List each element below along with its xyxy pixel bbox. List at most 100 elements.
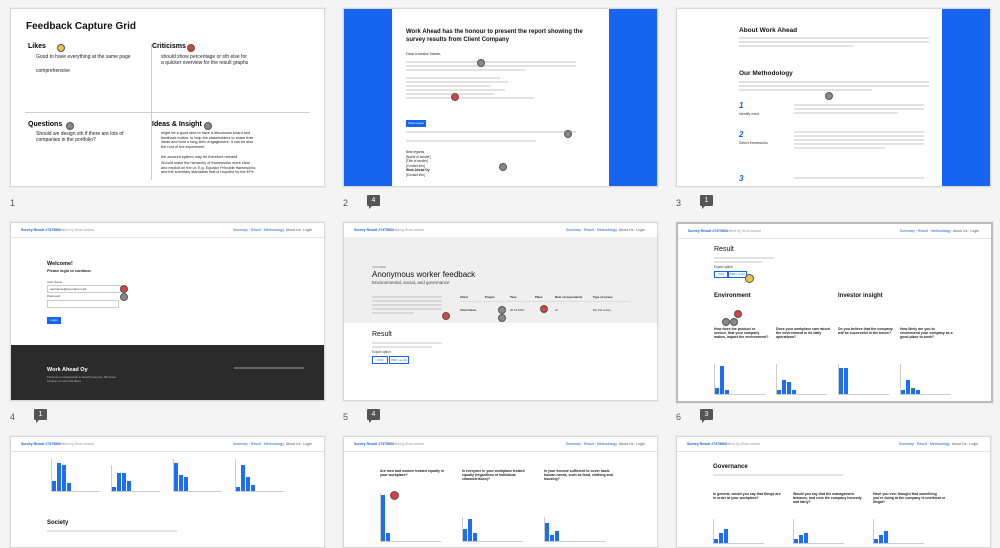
pdf-button[interactable]: PDF (.xi.xb) <box>389 356 409 364</box>
comment-dot-icon[interactable] <box>730 318 738 326</box>
comment-dot-icon[interactable] <box>120 293 128 301</box>
nav-links[interactable]: Summary · Result · Methodology <box>566 442 617 446</box>
likes-item-2: comprehensive <box>36 68 70 74</box>
comment-dot-icon[interactable] <box>745 274 754 283</box>
brand-link[interactable]: Survey Result #7375001 <box>688 229 728 233</box>
top-nav: Survey Result #7375001 Certified by Work… <box>11 437 324 452</box>
slide-1[interactable]: Feedback Capture Grid Likes Good to have… <box>10 8 325 187</box>
slide-9[interactable]: Survey Result #7375001 Certified by Work… <box>676 436 991 548</box>
login-message: Please login to continue. <box>47 269 92 273</box>
right-accent-bar <box>609 9 657 186</box>
comment-dot-icon[interactable] <box>564 130 572 138</box>
brand-link[interactable]: Survey Result #7375001 <box>354 228 394 232</box>
username-label: User Name <box>47 280 63 284</box>
slide-4[interactable]: Survey Result #7375001 Certified by Work… <box>10 222 325 401</box>
slide-5[interactable]: Survey Result #7375001 Certifying Work A… <box>343 222 658 401</box>
question-3: Is your income sufficient to cover basic… <box>544 469 613 482</box>
comment-dot-icon[interactable] <box>734 310 742 318</box>
step-1-number: 1 <box>739 101 744 110</box>
comment-count-badge[interactable]: 3 <box>700 409 713 423</box>
ideas-item-1: might be a good idea to have a discussio… <box>161 131 254 149</box>
question-1: Are men and women treated equally in you… <box>380 469 444 478</box>
slide-7[interactable]: Survey Result #7375001 Certified by Work… <box>10 436 325 548</box>
comment-dot-icon[interactable] <box>477 59 485 67</box>
comment-dot-icon[interactable] <box>498 314 506 322</box>
brand-sub: Certified by Work Ahead <box>723 229 761 233</box>
account-links[interactable]: About Us · Login <box>952 442 978 446</box>
account-links[interactable]: About Us · Login <box>619 228 645 232</box>
investor-heading: Investor insight <box>838 293 883 299</box>
brand-link[interactable]: Survey Result #7375001 <box>687 442 727 446</box>
slide-number: 3 <box>676 198 682 208</box>
result-heading: Result <box>714 246 734 253</box>
signature: Best regards, [Name of sender] [Title of… <box>406 150 430 177</box>
bar-chart <box>544 517 605 542</box>
account-links[interactable]: About Us · Login <box>953 229 979 233</box>
csv-button[interactable]: CSV <box>714 271 728 278</box>
account-links[interactable]: About Us · Login <box>286 228 312 232</box>
export-label: Export option <box>714 265 733 269</box>
question-4: How likely are you to recommend your com… <box>900 327 953 340</box>
top-nav: Survey Result #7375001 Certified by Work… <box>11 223 324 238</box>
left-accent-bar <box>344 9 392 186</box>
ideas-item-2: the account system may be therefore need… <box>161 155 238 159</box>
critic-dot-icon[interactable] <box>187 44 195 52</box>
comment-dot-icon[interactable] <box>722 318 730 326</box>
comment-dot-icon[interactable] <box>498 306 506 314</box>
brand-link[interactable]: Survey Result #7375001 <box>354 442 394 446</box>
comment-dot-icon[interactable] <box>451 93 459 101</box>
methodology-heading: Our Methodology <box>739 70 793 77</box>
step-2-number: 2 <box>739 130 744 139</box>
table-header: Place <box>535 295 543 299</box>
comment-count-badge[interactable]: 1 <box>34 409 47 423</box>
like-dot-icon[interactable] <box>57 44 65 52</box>
comment-dot-icon[interactable] <box>442 312 450 320</box>
comment-dot-icon[interactable] <box>540 305 548 313</box>
slide-3[interactable]: About Work Ahead Our Methodology 1 Ident… <box>676 8 991 187</box>
brand-sub: Certifying Work Ahead <box>389 228 424 232</box>
slide-8[interactable]: Survey Result #7375001 Certifying Work A… <box>343 436 658 548</box>
bar-chart <box>235 459 284 492</box>
result-heading: Result <box>372 331 392 338</box>
likes-title: Likes <box>28 43 46 50</box>
slide-6[interactable]: Survey Result #7375001 Certified by Work… <box>676 222 993 403</box>
comment-count-badge[interactable]: 4 <box>367 409 380 423</box>
body-text <box>406 61 576 99</box>
login-button[interactable]: Login <box>47 317 61 324</box>
show-report-button[interactable]: Show report <box>406 120 426 127</box>
question-dot-icon[interactable] <box>66 122 74 130</box>
table-header: Num of respondents <box>555 295 583 299</box>
questions-item-1: Should we design sth if there are lots o… <box>36 131 124 143</box>
comment-count-badge[interactable]: 4 <box>367 195 380 209</box>
nav-links[interactable]: Summary · Result · Methodology <box>233 228 284 232</box>
csv-button[interactable]: CSV <box>372 356 388 364</box>
username-input[interactable]: username@username.mail <box>47 285 121 293</box>
account-links[interactable]: About Us · Login <box>619 442 645 446</box>
footer-text: There are company/work to benefit everyo… <box>47 375 117 383</box>
comment-dot-icon[interactable] <box>825 92 833 100</box>
governance-heading: Governance <box>713 464 748 470</box>
sign-line: [Title of sender] <box>406 159 428 163</box>
account-links[interactable]: About Us · Login <box>286 442 312 446</box>
password-input[interactable] <box>47 300 119 308</box>
comment-count-badge[interactable]: 1 <box>700 195 713 209</box>
footer: Work Ahead Oy There are company/work to … <box>11 345 324 400</box>
report-subtitle: Environmental, social, and governance <box>372 280 450 285</box>
idea-dot-icon[interactable] <box>204 122 212 130</box>
nav-links[interactable]: Summary · Result · Methodology <box>566 228 617 232</box>
nav-links[interactable]: Summary · Result · Methodology <box>900 229 951 233</box>
comment-dot-icon[interactable] <box>499 163 507 171</box>
report-title: Anonymous worker feedback <box>372 270 476 279</box>
bar-chart <box>51 459 100 492</box>
nav-links[interactable]: Summary · Result · Methodology <box>233 442 284 446</box>
table-header: Type of survey <box>593 295 613 299</box>
brand-link[interactable]: Survey Result #7375001 <box>21 442 61 446</box>
brand-link[interactable]: Survey Result #7375001 <box>21 228 61 232</box>
bar-chart <box>838 364 889 395</box>
comment-dot-icon[interactable] <box>120 285 128 293</box>
table-header: Client <box>460 295 468 299</box>
nav-links[interactable]: Summary · Result · Methodology <box>899 442 950 446</box>
table-header: Time <box>510 295 517 299</box>
slide-2[interactable]: Work Ahead has the honour to present the… <box>343 8 658 187</box>
brand-sub: Certified by Work Ahead <box>56 442 94 446</box>
